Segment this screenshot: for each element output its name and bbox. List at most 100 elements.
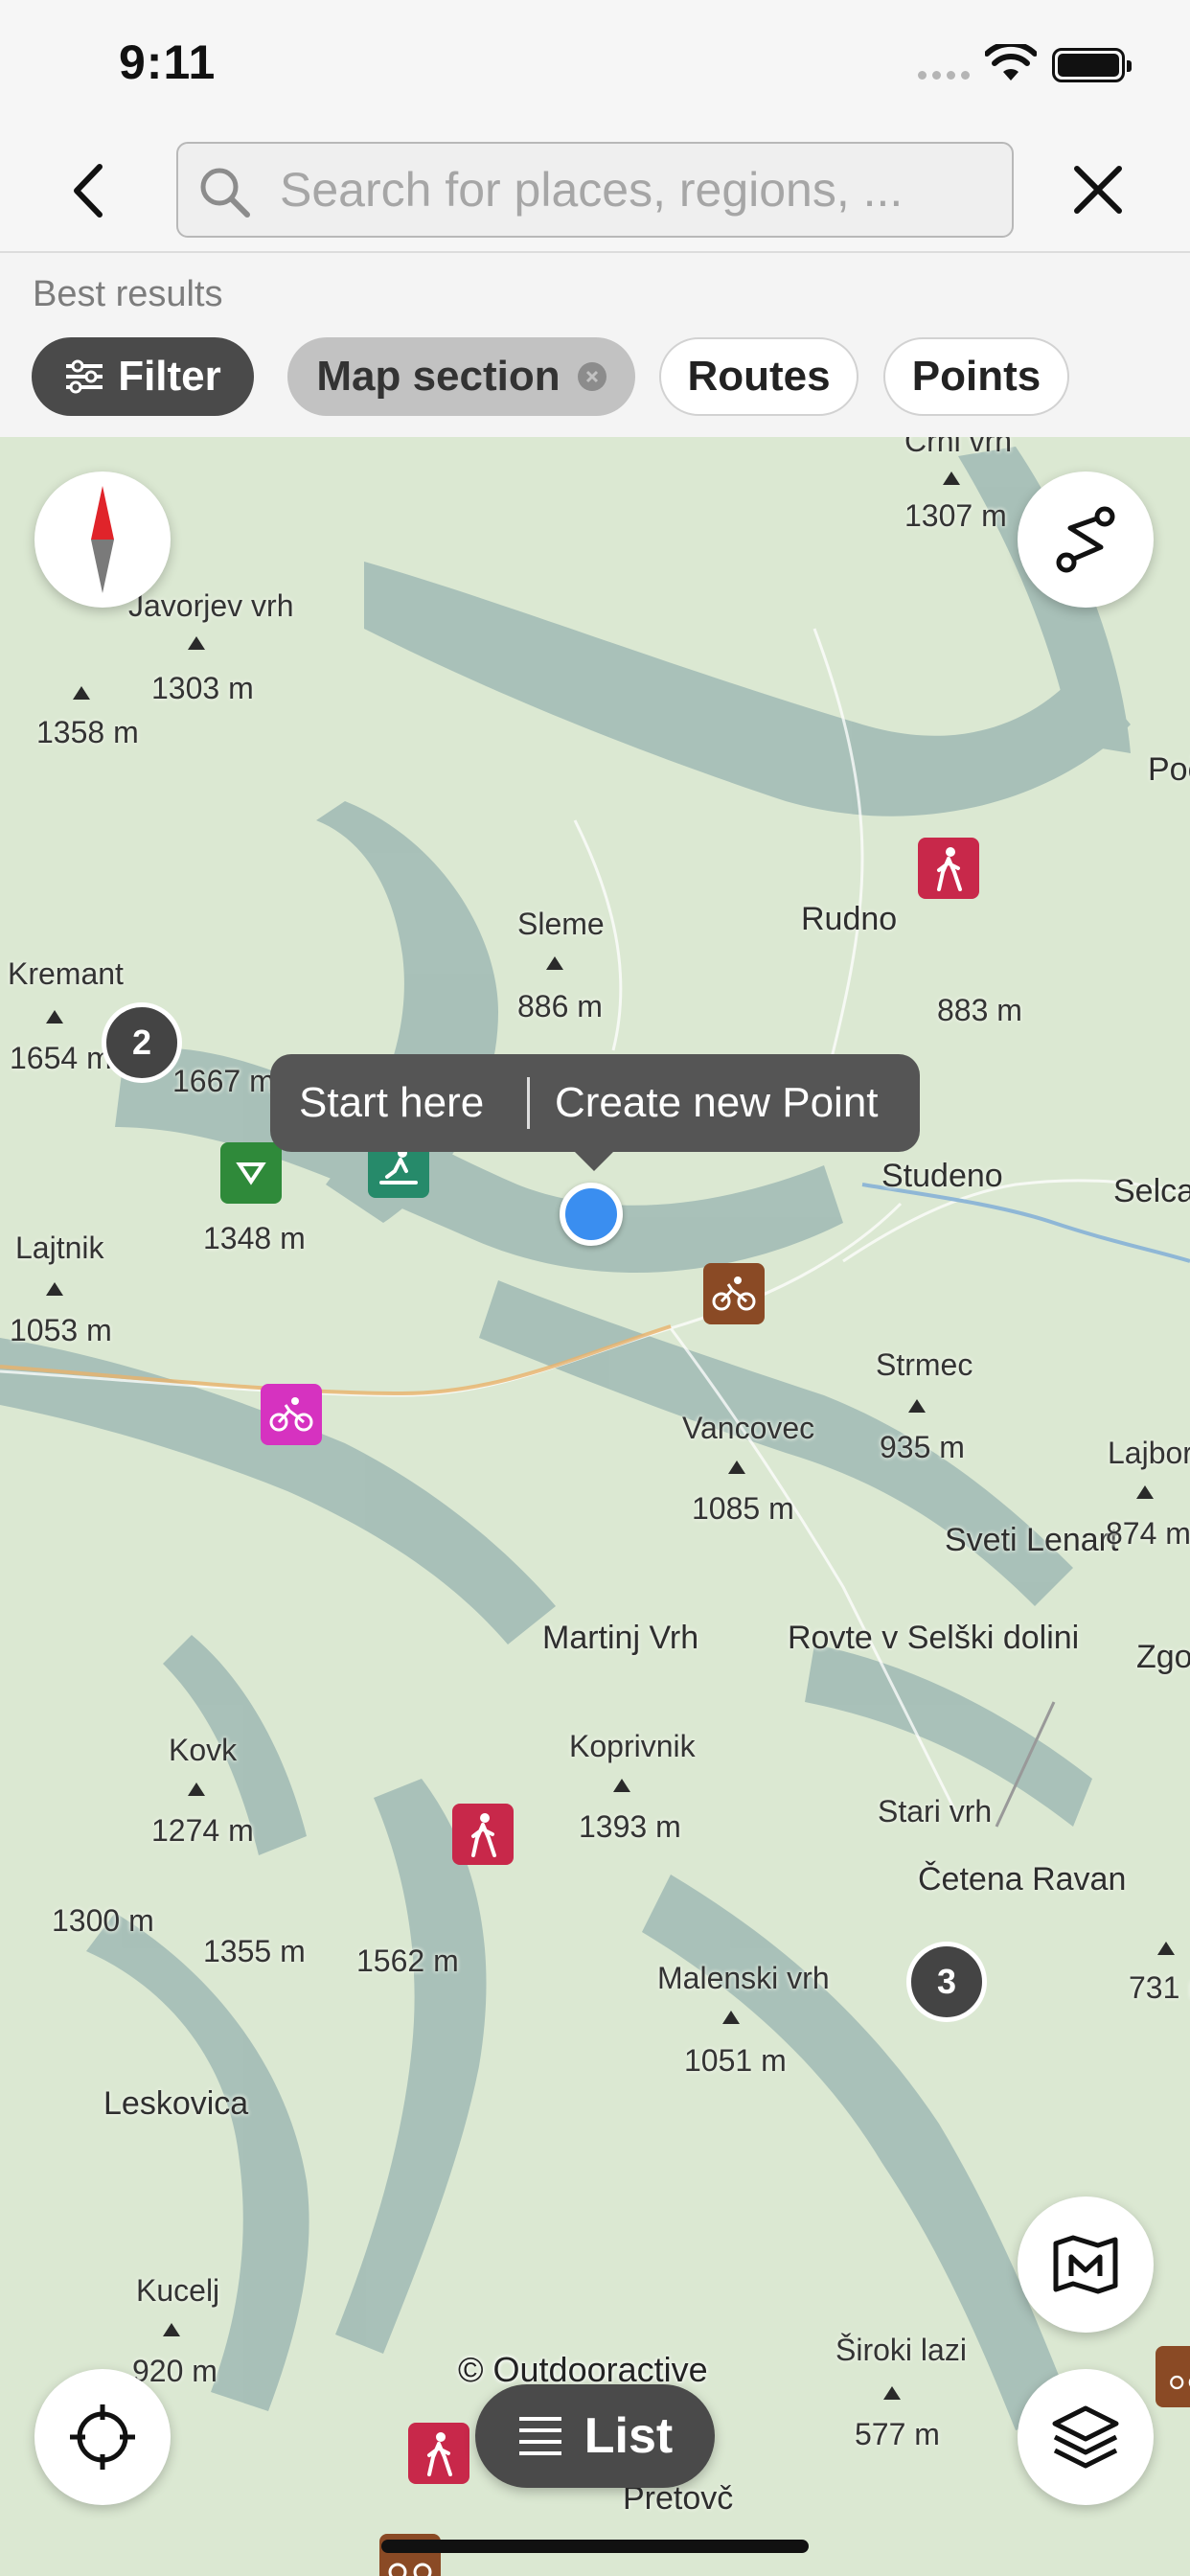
elevation-label: 1562 m	[356, 1944, 459, 1978]
mountain-bike-icon	[1170, 2375, 1190, 2390]
route-planner-button[interactable]	[1018, 472, 1154, 608]
peak-marker	[546, 956, 563, 970]
peak-marker	[728, 1460, 745, 1474]
clear-chip-icon[interactable]	[577, 362, 606, 391]
selected-location-marker[interactable]	[560, 1183, 623, 1246]
place-label: Sleme	[517, 907, 605, 941]
town-label: Martinj Vrh	[542, 1620, 699, 1656]
elevation-label: 1358 m	[36, 715, 139, 749]
place-label: Javorjev vrh	[128, 588, 294, 623]
elevation-label: 1307 m	[904, 498, 1007, 533]
elevation-label: 1667 m	[172, 1064, 275, 1098]
viewpoint-poi-marker[interactable]	[220, 1142, 282, 1204]
hiker-icon	[471, 1813, 496, 1857]
location-popup: Start here Create new Point	[270, 1054, 920, 1171]
route-icon	[1056, 506, 1115, 573]
start-here-button[interactable]: Start here	[270, 1079, 527, 1127]
place-label: Široki lazi	[835, 2333, 967, 2367]
cluster-marker[interactable]: 2	[102, 1002, 182, 1083]
points-chip[interactable]: Points	[883, 337, 1069, 416]
hiking-poi-marker[interactable]	[452, 1804, 514, 1865]
peak-marker	[188, 636, 205, 650]
place-label: Kucelj	[136, 2273, 220, 2308]
back-button[interactable]	[57, 157, 125, 224]
filter-chip[interactable]: Filter	[32, 337, 254, 416]
wifi-icon	[985, 44, 1037, 80]
peak-marker	[1157, 1942, 1175, 1955]
elevation-label: 1355 m	[203, 1934, 306, 1968]
cycling-poi-marker[interactable]	[261, 1384, 322, 1445]
peak-marker	[1136, 1485, 1154, 1499]
mountain-bike-icon	[712, 1276, 756, 1311]
peak-marker	[943, 472, 960, 485]
elevation-label: 1274 m	[151, 1813, 254, 1848]
place-label: Malenski vrh	[657, 1961, 830, 1995]
create-point-button[interactable]: Create new Point	[555, 1079, 879, 1127]
elevation-label: 1654 m	[10, 1041, 112, 1075]
filter-chip-label: Filter	[118, 353, 221, 400]
triangle-down-icon	[236, 1162, 266, 1185]
place-label: Kremant	[8, 956, 124, 991]
filter-bar: Best results Filter Map section Routes P…	[0, 255, 1190, 437]
popup-pointer	[573, 1150, 615, 1171]
list-button-label: List	[584, 2408, 674, 2464]
place-label: Lajtnik	[15, 1230, 104, 1265]
peak-marker	[46, 1282, 63, 1296]
map-view[interactable]: Črni vrh 1307 m Javorjev vrh 1303 m 1358…	[0, 437, 1190, 2576]
elevation-label: 1303 m	[151, 671, 254, 705]
town-label: Sveti Lenart	[945, 1522, 1119, 1558]
town-label: Zgo	[1136, 1639, 1190, 1675]
close-button[interactable]	[1064, 155, 1133, 224]
map-type-button[interactable]	[1018, 2196, 1154, 2333]
mtb-poi-marker[interactable]	[703, 1263, 765, 1324]
routes-chip[interactable]: Routes	[659, 337, 858, 416]
terrain-background	[0, 437, 1190, 2576]
hiking-poi-marker[interactable]	[918, 838, 979, 899]
bicycle-icon	[269, 1397, 313, 1432]
elevation-label: 1348 m	[203, 1221, 306, 1255]
peak-marker	[188, 1782, 205, 1796]
elevation-label: 1300 m	[52, 1903, 154, 1938]
peak-marker	[883, 2386, 901, 2400]
place-label: Lajbor	[1108, 1436, 1190, 1470]
peak-marker	[908, 1399, 926, 1413]
sliders-icon	[66, 359, 103, 394]
peak-marker	[722, 2011, 740, 2024]
search-header	[0, 126, 1190, 253]
place-label: Vancovec	[682, 1411, 815, 1445]
elevation-label: 577 m	[855, 2417, 940, 2451]
status-time: 9:11	[119, 35, 217, 89]
elevation-label: 874 m	[1106, 1516, 1190, 1551]
map-section-chip[interactable]: Map section	[287, 337, 635, 416]
elevation-label: 935 m	[880, 1430, 965, 1464]
cluster-marker[interactable]: 3	[906, 1942, 987, 2022]
peak-marker	[613, 1779, 630, 1792]
elevation-label: 886 m	[517, 989, 603, 1024]
place-label: Črni vrh	[904, 437, 1013, 458]
peak-marker	[46, 1010, 63, 1024]
compass-button[interactable]	[34, 472, 171, 608]
elevation-label: 731 m	[1129, 1970, 1190, 2005]
place-label: Strmec	[876, 1347, 973, 1382]
town-label: Selca	[1113, 1173, 1190, 1209]
my-location-button[interactable]	[34, 2369, 171, 2505]
search-input[interactable]	[280, 144, 989, 236]
battery-icon	[1052, 48, 1132, 82]
layers-icon	[1052, 2405, 1119, 2469]
hiking-poi-marker[interactable]	[408, 2423, 469, 2484]
place-label: Koprivnik	[569, 1729, 696, 1763]
town-label: Rudno	[801, 901, 898, 937]
elevation-label: 1053 m	[10, 1313, 112, 1347]
layers-button[interactable]	[1018, 2369, 1154, 2505]
town-label: Poč	[1148, 751, 1190, 788]
search-field[interactable]	[176, 142, 1014, 238]
mtb-poi-marker[interactable]	[1156, 2346, 1190, 2407]
elevation-label: 1085 m	[692, 1491, 794, 1526]
place-label: Kovk	[169, 1733, 238, 1767]
hiker-icon	[937, 847, 962, 891]
town-label: Četena Ravan	[918, 1861, 1127, 1898]
list-button[interactable]: List	[475, 2384, 715, 2488]
hiker-icon	[427, 2432, 452, 2476]
map-section-chip-label: Map section	[316, 353, 561, 400]
status-bar: 9:11	[0, 0, 1190, 126]
